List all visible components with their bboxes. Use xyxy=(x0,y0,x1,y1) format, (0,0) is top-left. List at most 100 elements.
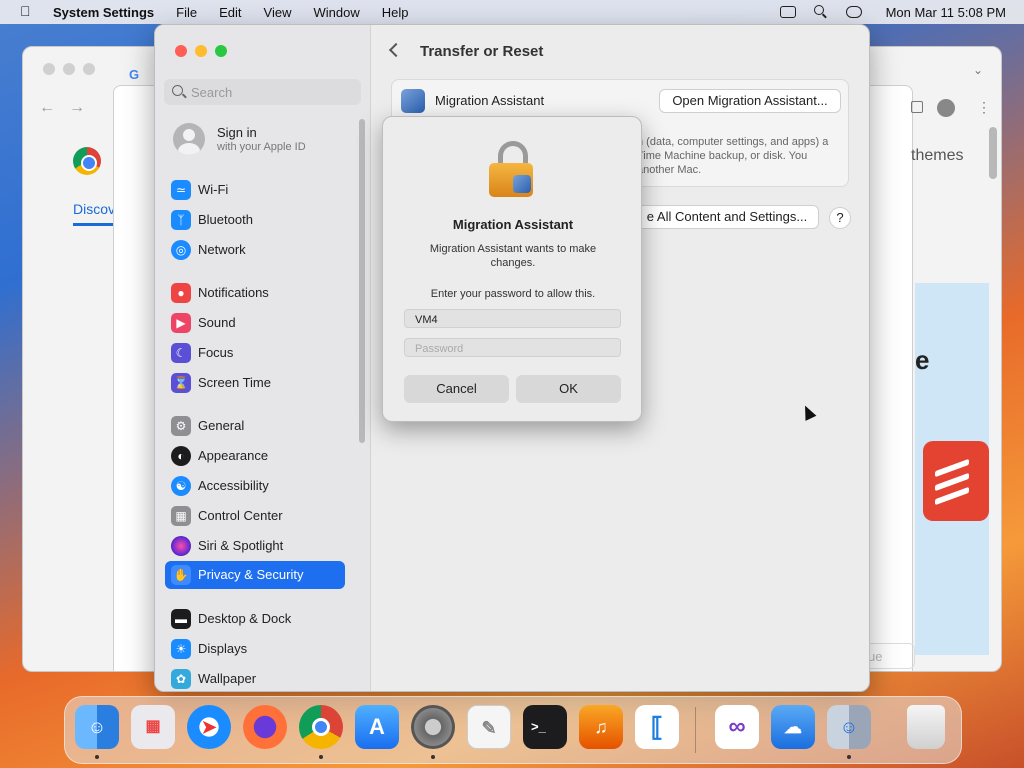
bg-back-icon[interactable]: ← xyxy=(39,99,55,117)
tab-list-chevron-icon[interactable]: ⌄ xyxy=(973,63,983,77)
todoist-icon[interactable] xyxy=(923,441,989,521)
back-chevron-icon[interactable] xyxy=(388,42,404,58)
app-store-icon[interactable]: A xyxy=(355,705,399,749)
bg-close-button[interactable] xyxy=(43,63,55,75)
page-title: Transfer or Reset xyxy=(420,43,544,60)
minimize-button[interactable] xyxy=(195,45,207,57)
garageband-icon[interactable]: ♫ xyxy=(579,705,623,749)
launchpad-icon[interactable]: ▦ xyxy=(131,705,175,749)
dialog-title: Migration Assistant xyxy=(452,217,574,232)
sidebar-item-privacy-security[interactable]: ✋ Privacy & Security xyxy=(165,561,345,589)
signin-subtitle: with your Apple ID xyxy=(217,141,306,153)
help-button[interactable]: ? xyxy=(829,207,851,229)
system-settings-icon[interactable] xyxy=(411,705,455,749)
bg-minimize-button[interactable] xyxy=(63,63,75,75)
sidebar-item-desktop-dock[interactable]: ▬ Desktop & Dock xyxy=(165,605,345,633)
sidebar-item-appearance[interactable]: ◐ Appearance xyxy=(165,442,345,470)
running-indicator xyxy=(319,755,323,759)
spotlight-icon[interactable] xyxy=(813,5,828,19)
menu-file[interactable]: File xyxy=(176,5,197,20)
moon-icon: ☾ xyxy=(171,343,191,363)
apple-icon[interactable]:  xyxy=(20,3,31,19)
chrome-logo-icon xyxy=(73,147,101,175)
bg-forward-icon[interactable]: → xyxy=(69,99,85,117)
google-icon: G xyxy=(129,67,140,82)
cancel-button[interactable]: Cancel xyxy=(404,375,509,403)
sidebar-item-accessibility[interactable]: ☯ Accessibility xyxy=(165,472,345,500)
sidebar-item-notifications[interactable]: ● Notifications xyxy=(165,279,345,307)
menu-edit[interactable]: Edit xyxy=(219,5,241,20)
sidebar-item-focus[interactable]: ☾ Focus xyxy=(165,339,345,367)
sidebar-item-siri-spotlight[interactable]: Siri & Spotlight xyxy=(165,532,345,560)
settings-sidebar: Search Sign in with your Apple ID ≃ Wi-F… xyxy=(155,25,371,691)
bluetooth-icon: ᛉ xyxy=(171,210,191,230)
apple-id-avatar[interactable] xyxy=(173,123,205,155)
search-placeholder: Search xyxy=(191,85,233,100)
visual-studio-icon[interactable]: ∞ xyxy=(715,705,759,749)
lock-icon xyxy=(489,141,537,197)
sidebar-item-bluetooth[interactable]: ᛉ Bluetooth xyxy=(165,206,345,234)
sidebar-item-label: Appearance xyxy=(198,448,269,463)
running-indicator xyxy=(431,755,435,759)
weather-icon[interactable]: ☁ xyxy=(771,705,815,749)
migration-assistant-icon[interactable]: ☺ xyxy=(827,705,871,749)
control-center-menu-icon[interactable] xyxy=(845,6,862,18)
menu-window[interactable]: Window xyxy=(313,5,359,20)
sidebar-scrollbar[interactable] xyxy=(359,119,365,443)
running-indicator xyxy=(847,755,851,759)
zoom-button[interactable] xyxy=(215,45,227,57)
sidebar-item-label: General xyxy=(198,418,245,433)
profile-icon[interactable] xyxy=(937,99,955,117)
dock: ☺ ▦ ➤ A ✎ >_ ♫ ⟦ ∞ ☁ ☺ xyxy=(64,696,962,764)
username-field[interactable] xyxy=(404,309,621,328)
sidebar-item-label: Focus xyxy=(198,345,234,360)
open-migration-assistant-button[interactable]: Open Migration Assistant... xyxy=(659,89,841,113)
erase-all-content-button[interactable]: e All Content and Settings... xyxy=(635,205,819,229)
signin-title[interactable]: Sign in xyxy=(217,125,257,140)
firefox-icon[interactable] xyxy=(243,705,287,749)
sidebar-item-label: Network xyxy=(198,242,246,257)
chrome-icon[interactable] xyxy=(299,705,343,749)
search-icon xyxy=(172,85,183,96)
sidebar-item-wifi[interactable]: ≃ Wi-Fi xyxy=(165,176,345,204)
siri-icon xyxy=(171,536,191,556)
sidebar-item-label: Siri & Spotlight xyxy=(198,538,284,553)
migration-assistant-label: Migration Assistant xyxy=(435,93,545,108)
sidepanel-icon[interactable] xyxy=(911,101,923,113)
screen-mirroring-icon[interactable] xyxy=(779,6,796,18)
hourglass-icon: ⌛ xyxy=(171,373,191,393)
dialog-message: Migration Assistant wants to make change… xyxy=(429,243,597,269)
trash-icon[interactable] xyxy=(907,705,945,749)
menu-help[interactable]: Help xyxy=(382,5,409,20)
more-menu-icon[interactable]: ⋮ xyxy=(977,99,991,116)
close-button[interactable] xyxy=(175,45,187,57)
ok-button[interactable]: OK xyxy=(516,375,621,403)
bg-zoom-button[interactable] xyxy=(83,63,95,75)
safari-icon[interactable]: ➤ xyxy=(187,705,231,749)
bg-scrollbar[interactable] xyxy=(989,127,997,179)
terminal-icon[interactable]: >_ xyxy=(523,705,567,749)
finder-icon[interactable]: ☺ xyxy=(75,705,119,749)
sidebar-item-label: Notifications xyxy=(198,285,269,300)
sidebar-search-input[interactable]: Search xyxy=(164,79,361,105)
discover-tab[interactable]: Discov xyxy=(73,201,115,217)
sidebar-item-general[interactable]: ⚙ General xyxy=(165,412,345,440)
sidebar-item-sound[interactable]: ▶ Sound xyxy=(165,309,345,337)
sidebar-item-label: Control Center xyxy=(198,508,283,523)
sidebar-item-screen-time[interactable]: ⌛ Screen Time xyxy=(165,369,345,397)
sidebar-item-label: Bluetooth xyxy=(198,212,253,227)
sidebar-item-label: Wi-Fi xyxy=(198,182,229,197)
sidebar-item-control-center[interactable]: ▦ Control Center xyxy=(165,502,345,530)
menu-datetime[interactable]: Mon Mar 11 5:08 PM xyxy=(886,5,1006,20)
sidebar-item-wallpaper[interactable]: ✿ Wallpaper xyxy=(165,665,345,691)
password-field[interactable] xyxy=(404,338,621,357)
vscode-icon[interactable]: ⟦ xyxy=(635,705,679,749)
network-icon: ◎ xyxy=(171,240,191,260)
textedit-icon[interactable]: ✎ xyxy=(467,705,511,749)
menu-app-name[interactable]: System Settings xyxy=(53,5,154,20)
sidebar-item-network[interactable]: ◎ Network xyxy=(165,236,345,264)
sidebar-item-displays[interactable]: ☀ Displays xyxy=(165,635,345,663)
menu-view[interactable]: View xyxy=(264,5,292,20)
authentication-dialog: Migration Assistant Migration Assistant … xyxy=(382,116,642,422)
hand-icon: ✋ xyxy=(171,565,191,585)
